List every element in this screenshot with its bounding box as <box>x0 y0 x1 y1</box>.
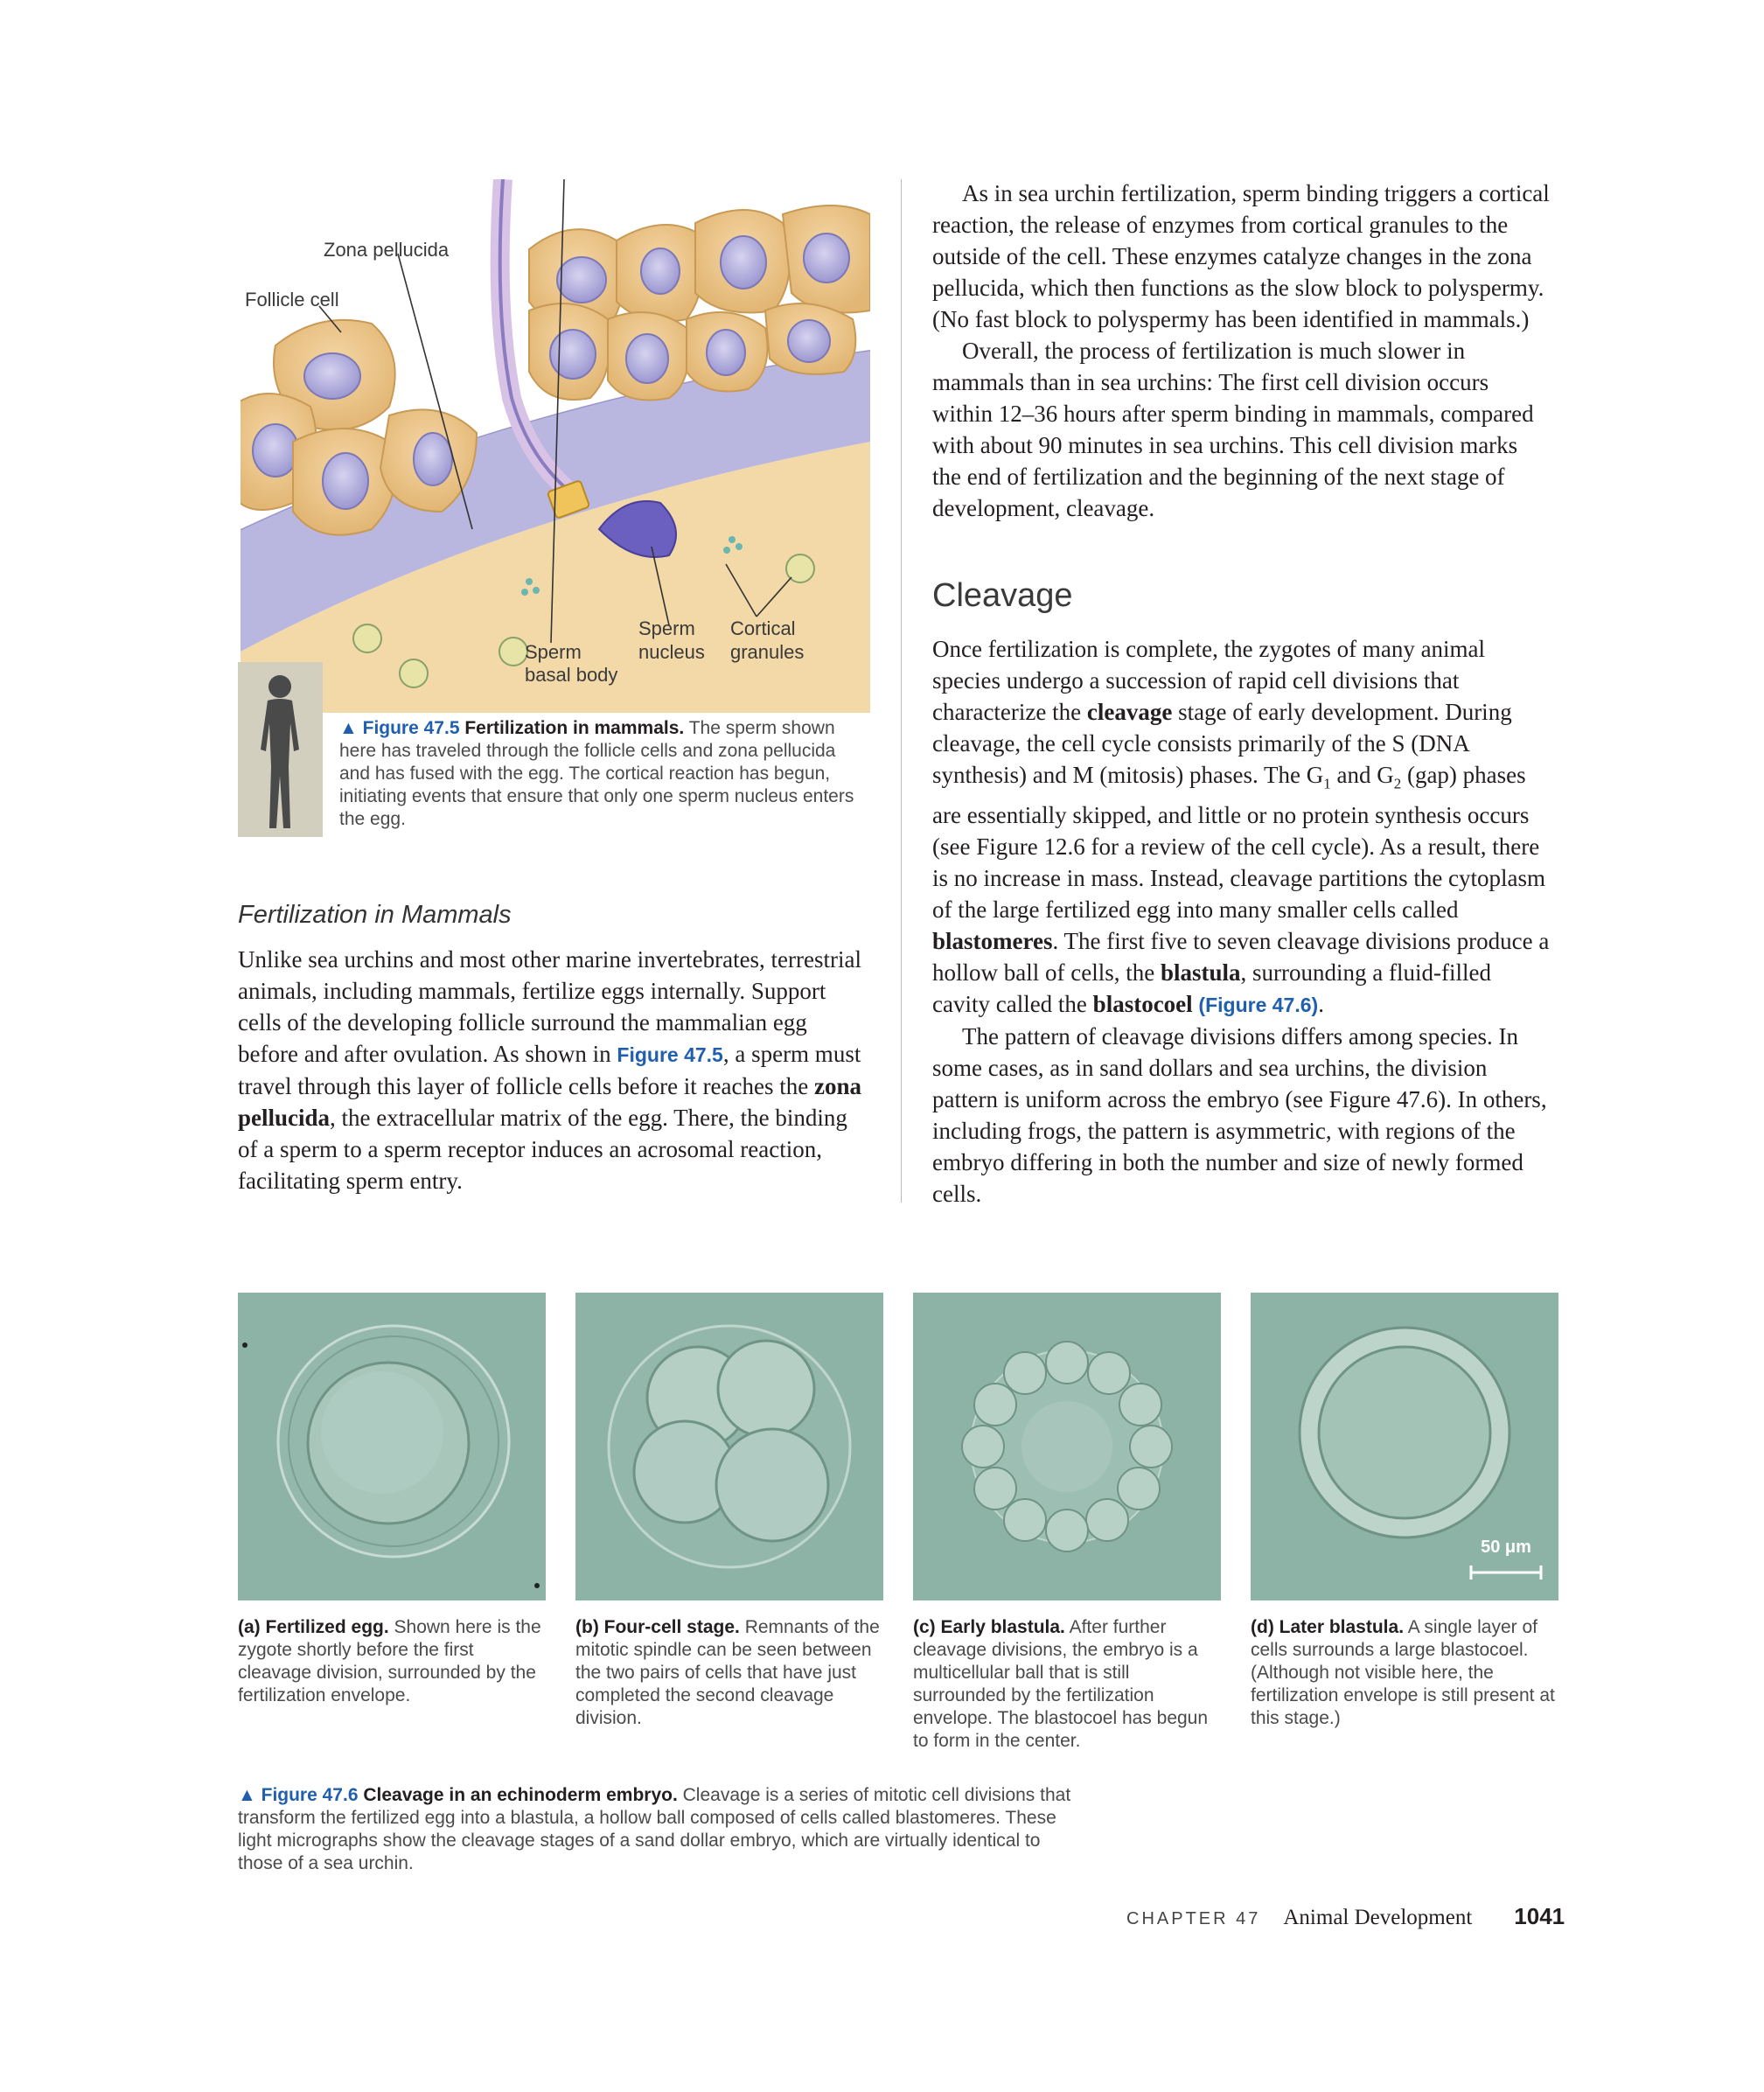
mammal-icon <box>238 662 323 837</box>
figure-47-6-marker: ▲ Figure 47.6 <box>238 1785 359 1805</box>
right-column: As in sea urchin fertilization, sperm bi… <box>932 178 1551 524</box>
subcaption-c: (c) Early blastula. After further cleava… <box>913 1617 1209 1751</box>
footer-title: Animal Development <box>1283 1906 1473 1929</box>
figure-47-5-marker: ▲ Figure 47.5 <box>339 718 460 738</box>
figure-47-5-caption: ▲ Figure 47.5 Fertilization in mammals. … <box>339 717 864 831</box>
micrograph-later-blastula: 50 μm <box>1251 1293 1558 1600</box>
label-sperm-basal-body-2: basal body <box>525 664 617 686</box>
subcaption-a: (a) Fertilized egg. Shown here is the zy… <box>238 1617 541 1705</box>
left-paragraph: Unlike sea urchins and most other marine… <box>238 946 861 1194</box>
micrograph-fertilized-egg <box>238 1293 546 1600</box>
label-cortical-granules-1: Cortical <box>730 617 796 639</box>
footer-chapter: CHAPTER 47 <box>1126 1909 1261 1928</box>
right-column-lower: Once fertilization is complete, the zygo… <box>932 633 1551 1210</box>
page-number: 1041 <box>1514 1903 1565 1929</box>
right-para-1: As in sea urchin fertilization, sperm bi… <box>932 180 1550 332</box>
figure-47-6-link[interactable]: (Figure 47.6) <box>1198 994 1318 1016</box>
label-cortical-granules-2: granules <box>730 641 804 663</box>
figure-47-6-caption: ▲ Figure 47.6 Cleavage in an echinoderm … <box>238 1784 1077 1875</box>
subcaption-b: (b) Four-cell stage. Remnants of the mit… <box>575 1617 880 1728</box>
heading-fertilization-in-mammals: Fertilization in Mammals <box>238 901 512 929</box>
micrograph-four-cell-stage <box>575 1293 883 1600</box>
scale-bar-label: 50 μm <box>1481 1538 1531 1557</box>
page-footer: CHAPTER 47 Animal Development 1041 <box>1126 1903 1565 1930</box>
fertilization-illustration: Zona pellucida Follicle cell Sperm basal… <box>241 179 870 713</box>
heading-cleavage: Cleavage <box>932 577 1073 614</box>
label-sperm-basal-body-1: Sperm <box>525 641 582 663</box>
label-sperm-nucleus-1: Sperm <box>638 617 695 639</box>
figure-47-6-title: Cleavage in an echinoderm embryo. <box>363 1785 678 1805</box>
figure-47-5-link[interactable]: Figure 47.5 <box>617 1043 722 1066</box>
label-follicle-cell: Follicle cell <box>245 289 339 310</box>
label-sperm-nucleus-2: nucleus <box>638 641 705 663</box>
right-para-2: Overall, the process of fertilization is… <box>932 338 1534 521</box>
subcaption-d: (d) Later blastula. A single layer of ce… <box>1251 1617 1555 1728</box>
micrograph-early-blastula <box>913 1293 1221 1600</box>
column-divider <box>901 179 902 1203</box>
figure-47-5-title: Fertilization in mammals. <box>464 718 685 738</box>
right-para-3: Once fertilization is complete, the zygo… <box>932 636 1550 1018</box>
right-para-4: The pattern of cleavage divisions differ… <box>932 1023 1547 1208</box>
label-zona-pellucida: Zona pellucida <box>324 239 450 261</box>
